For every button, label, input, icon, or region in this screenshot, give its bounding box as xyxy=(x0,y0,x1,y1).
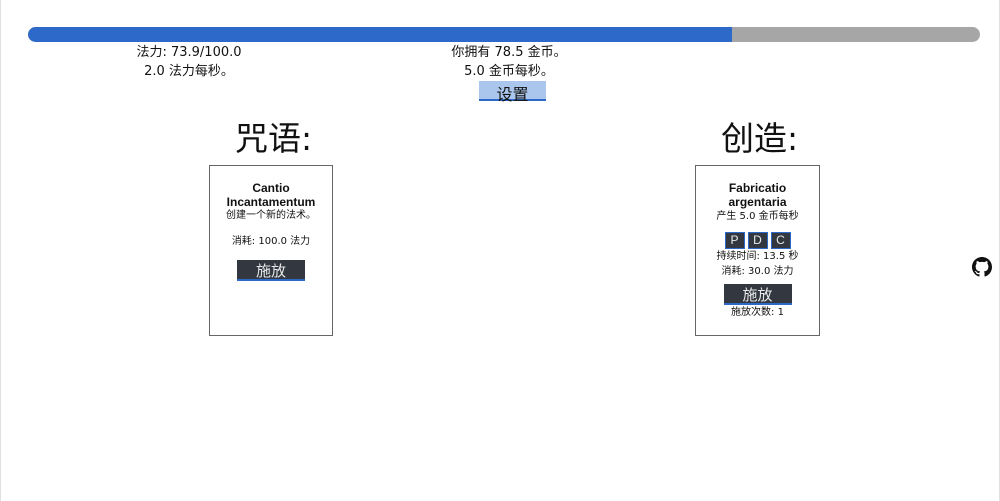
spell-cost: 消耗: 100.0 法力 xyxy=(231,236,311,247)
mana-progress-fill xyxy=(28,27,732,42)
spell-card: Cantio Incantamentum 创建一个新的法术。 消耗: 100.0… xyxy=(209,165,333,336)
game-screen: 法力: 73.9/100.0 2.0 法力每秒。 你拥有 78.5 金币。 5.… xyxy=(0,0,1000,501)
cast-spell-button[interactable]: 施放 xyxy=(237,260,305,281)
rune-buttons: P D C xyxy=(696,232,819,249)
spells-heading: 咒语: xyxy=(235,119,313,158)
github-icon-graphic xyxy=(972,257,992,277)
gold-rate: 5.0 金币每秒。 xyxy=(464,64,554,79)
spell-title: Cantio Incantamentum xyxy=(226,181,316,209)
gold-value: 你拥有 78.5 金币。 xyxy=(451,45,567,60)
gold-stats: 你拥有 78.5 金币。 5.0 金币每秒。 xyxy=(429,43,589,81)
github-icon[interactable] xyxy=(972,257,992,277)
crafting-heading: 创造: xyxy=(721,119,799,158)
mana-value: 法力: 73.9/100.0 xyxy=(136,45,242,60)
mana-progress-bar xyxy=(28,27,980,42)
craft-cast-count: 施放次数: 1 xyxy=(731,307,784,318)
rune-c-button[interactable]: C xyxy=(770,232,791,249)
craft-title: Fabricatio argentaria xyxy=(728,181,787,209)
mana-stats: 法力: 73.9/100.0 2.0 法力每秒。 xyxy=(114,43,264,81)
rune-d-button[interactable]: D xyxy=(747,232,768,249)
rune-p-button[interactable]: P xyxy=(724,232,745,249)
spell-description: 创建一个新的法术。 xyxy=(226,210,316,221)
settings-button[interactable]: 设置 xyxy=(479,81,546,104)
craft-production: 产生 5.0 金币每秒 xyxy=(716,211,799,222)
craft-duration: 持续时间: 13.5 秒 xyxy=(716,251,799,262)
cast-craft-button[interactable]: 施放 xyxy=(723,284,792,305)
mana-rate: 2.0 法力每秒。 xyxy=(144,64,234,79)
craft-card: Fabricatio argentaria 产生 5.0 金币每秒 P D C … xyxy=(695,165,820,336)
craft-cost: 消耗: 30.0 法力 xyxy=(721,266,794,277)
